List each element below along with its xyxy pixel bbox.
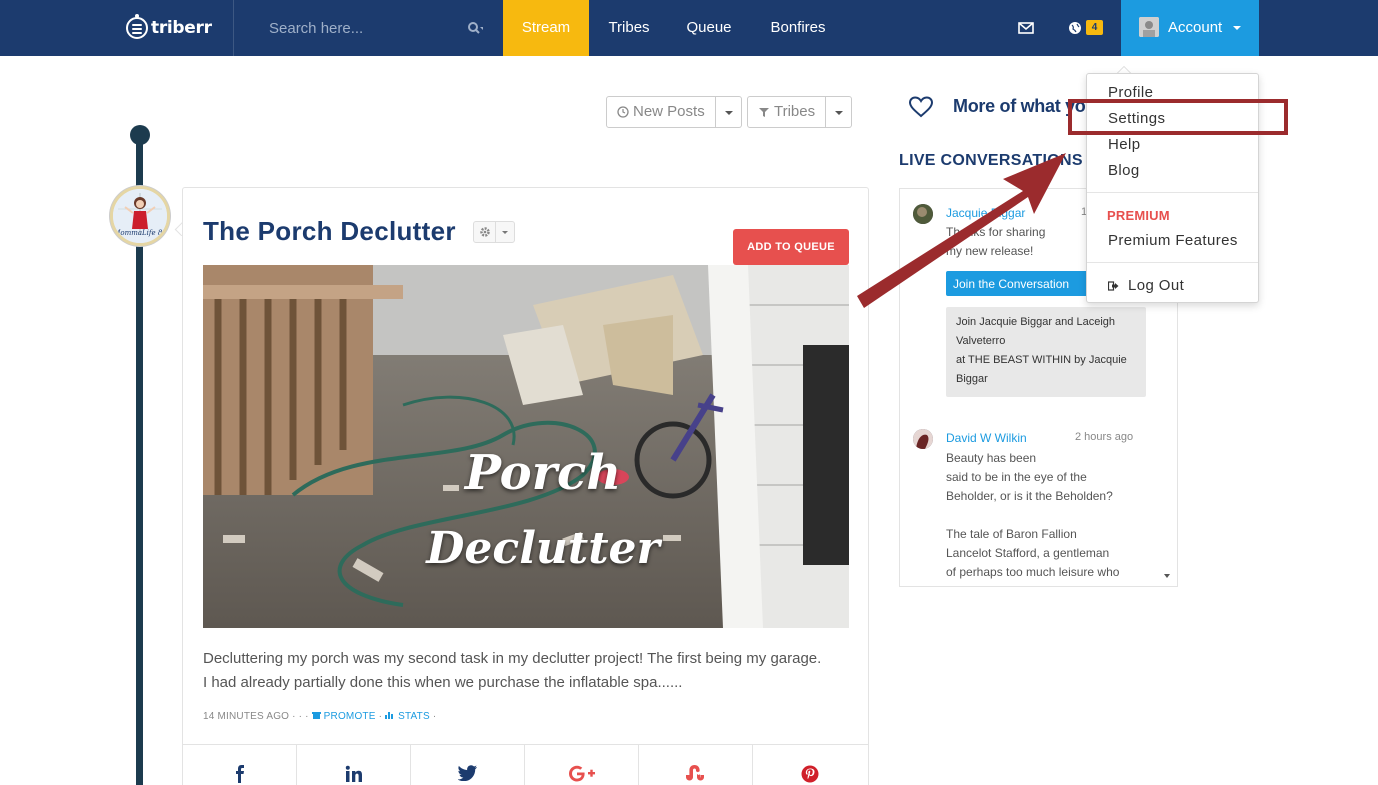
conversation-author[interactable]: David W Wilkin [946, 431, 1027, 445]
post-excerpt: Decluttering my porch was my second task… [203, 650, 822, 691]
gift-icon [311, 712, 321, 719]
gear-icon [479, 227, 490, 237]
bar-chart-icon [385, 712, 394, 719]
tribes-dropdown-toggle[interactable] [826, 96, 853, 128]
new-posts-filter: New Posts [606, 96, 742, 128]
tribes-filter: Tribes [747, 96, 853, 128]
search-icon[interactable] [467, 20, 483, 36]
menu-item-help[interactable]: Help [1108, 136, 1140, 153]
post-card: The Porch Declutter ADD TO QUEUE Porch D… [182, 187, 869, 785]
avatar-caption: MommaLife 82 [113, 229, 167, 237]
google-plus-icon [568, 765, 595, 782]
share-linkedin-button[interactable] [297, 745, 411, 785]
post-options-button[interactable] [473, 221, 515, 243]
avatar[interactable] [913, 204, 933, 224]
join-info-line: Biggar [956, 373, 988, 385]
post-image[interactable]: Porch Declutter [203, 265, 849, 628]
conversation-text-line: Beauty has been [946, 451, 1037, 465]
premium-heading: PREMIUM [1107, 208, 1170, 223]
top-navbar: triberr Stream Tribes Queue Bonfires 4 [0, 0, 1378, 56]
conversation-text-line: said to be in the eye of the [946, 470, 1087, 484]
join-info-line: at THE BEAST WITHIN by Jacquie [956, 354, 1127, 366]
conversation-text-line: Beholder, or is it the Beholden? [946, 489, 1113, 503]
share-facebook-button[interactable] [183, 745, 297, 785]
menu-item-log-out[interactable]: Log Out [1108, 277, 1184, 294]
conversation-text-line: Thanks for sharing [946, 225, 1046, 239]
avatar [1139, 17, 1159, 37]
post-time: 14 MINUTES AGO [203, 711, 290, 722]
promote-link[interactable]: PROMOTE [311, 711, 379, 722]
image-caption-line1: Porch [464, 445, 622, 501]
chevron-down-icon [496, 222, 514, 242]
join-info-line: Valveterro [956, 335, 1006, 347]
join-conversation-info: Join Jacquie Biggar and Laceigh Valveter… [946, 307, 1146, 397]
tribes-filter-label: Tribes [774, 103, 816, 120]
author-avatar[interactable]: MommaLife 82 [110, 186, 170, 246]
join-conversation-button[interactable]: Join the Conversation [946, 271, 1096, 296]
linkedin-icon [345, 765, 362, 782]
clock-icon [617, 106, 629, 118]
nav-queue[interactable]: Queue [686, 0, 732, 56]
meta-separator: · · · [292, 711, 309, 722]
post-title[interactable]: The Porch Declutter [203, 216, 456, 247]
stats-link[interactable]: STATS [385, 711, 433, 722]
account-menu-button[interactable]: Account [1121, 0, 1259, 56]
search-box [269, 18, 491, 38]
tribes-filter-button[interactable]: Tribes [747, 96, 827, 128]
menu-item-premium-features[interactable]: Premium Features [1108, 232, 1238, 249]
triberr-logo-icon [126, 14, 148, 39]
share-stumbleupon-button[interactable] [639, 745, 753, 785]
menu-divider [1087, 192, 1258, 193]
conversation-text-line: Lancelot Stafford, a gentleman [946, 546, 1110, 560]
menu-divider [1087, 262, 1258, 263]
new-posts-dropdown-toggle[interactable] [715, 96, 742, 128]
new-posts-label: New Posts [633, 103, 705, 120]
account-label: Account [1168, 19, 1223, 36]
pinterest-icon [801, 765, 819, 783]
heart-icon [908, 96, 934, 118]
nav-divider [233, 0, 234, 56]
filter-icon [759, 108, 769, 117]
conversation-author[interactable]: Jacquie Biggar [946, 206, 1025, 220]
share-twitter-button[interactable] [411, 745, 525, 785]
add-to-queue-button[interactable]: ADD TO QUEUE [733, 229, 849, 265]
globe-icon [1069, 22, 1081, 34]
triberr-logo[interactable]: triberr [126, 14, 212, 42]
join-info-line: Join Jacquie Biggar and Laceigh [956, 316, 1116, 328]
image-caption-line2: Declutter [426, 523, 660, 574]
nav-tribes[interactable]: Tribes [607, 0, 651, 56]
notification-count-badge: 4 [1086, 20, 1103, 35]
facebook-icon [235, 765, 244, 783]
mail-icon[interactable] [1017, 20, 1035, 36]
avatar[interactable] [913, 429, 933, 449]
log-out-label: Log Out [1128, 277, 1185, 294]
conversation-text-line: The tale of Baron Fallion [946, 527, 1077, 541]
caret-down-icon [1233, 26, 1241, 30]
nav-bonfires[interactable]: Bonfires [768, 0, 828, 56]
notifications-button[interactable]: 4 [1068, 19, 1108, 37]
dropdown-pointer [1117, 66, 1131, 73]
settings-highlight-box [1068, 99, 1288, 135]
conversation-text-line: my new release! [946, 244, 1034, 258]
meta-dot: · [378, 711, 383, 722]
scroll-down-arrow-icon[interactable] [1164, 574, 1170, 578]
share-pinterest-button[interactable] [753, 745, 867, 785]
sign-out-icon [1108, 280, 1119, 291]
twitter-icon [457, 765, 477, 781]
stumbleupon-icon [685, 765, 704, 781]
logo-text: triberr [151, 18, 212, 38]
new-posts-button[interactable]: New Posts [606, 96, 716, 128]
menu-item-blog[interactable]: Blog [1108, 162, 1140, 179]
post-meta: 14 MINUTES AGO · · · PROMOTE · STATS · [203, 710, 436, 722]
conversation-time: 2 hours ago [1075, 431, 1134, 443]
conversation-text-line: of perhaps too much leisure who [946, 565, 1120, 579]
live-conversations-title: LIVE CONVERSATIONS [899, 152, 1083, 169]
nav-stream[interactable]: Stream [503, 0, 589, 56]
search-input[interactable] [269, 18, 459, 38]
share-bar [183, 744, 868, 785]
share-googleplus-button[interactable] [525, 745, 639, 785]
timeline-dot [130, 125, 150, 145]
meta-dot-end: · [432, 711, 437, 722]
